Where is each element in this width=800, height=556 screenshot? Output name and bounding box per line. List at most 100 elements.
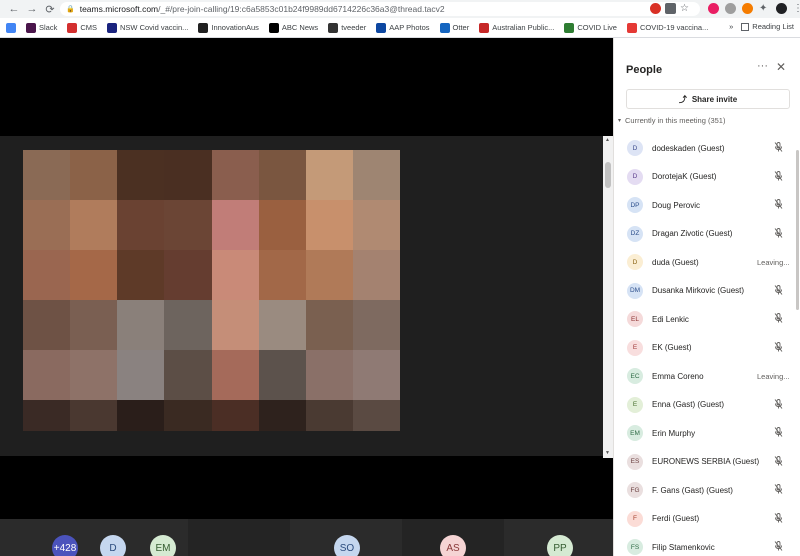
video-pixel	[70, 200, 118, 250]
participant-row[interactable]: EC Emma Coreno Leaving...	[614, 362, 800, 390]
participant-name: dodeskaden (Guest)	[652, 143, 725, 153]
participant-avatar[interactable]: PP	[547, 535, 573, 556]
star-icon[interactable]: ☆	[680, 3, 691, 14]
participant-avatar[interactable]: +428	[52, 535, 78, 556]
video-pixel	[305, 300, 353, 350]
avatar[interactable]	[776, 3, 787, 14]
participant-row[interactable]: E EK (Guest)	[614, 334, 800, 362]
panel-title: People	[626, 64, 663, 76]
participant-row[interactable]: ES EURONEWS SERBIA (Guest)	[614, 448, 800, 476]
url-path: /_#/pre-join-calling/19:c6a5853c01b24f99…	[158, 4, 445, 14]
panel-scrollbar[interactable]	[796, 150, 799, 310]
participant-avatar[interactable]: AS	[440, 535, 466, 556]
bookmark-label: CMS	[80, 23, 98, 32]
metamask-icon[interactable]	[742, 3, 753, 14]
video-pixel	[258, 350, 306, 400]
participant-row[interactable]: FS Filip Stamenkovic	[614, 533, 800, 556]
video-scrollbar[interactable]: ▲ ▼	[603, 136, 613, 458]
reload-icon[interactable]: ⟳	[42, 1, 58, 17]
bookmark-item[interactable]: InnovationAus	[198, 22, 259, 33]
participant-name: EK (Guest)	[652, 343, 692, 352]
video-pixel	[211, 400, 259, 431]
participant-row[interactable]: Ddodeskaden (Guest)	[614, 134, 800, 162]
share-invite-button[interactable]: ⤴ Share invite	[626, 89, 790, 109]
extension-icon[interactable]	[650, 3, 661, 14]
participant-row[interactable]: F Ferdi (Guest)	[614, 505, 800, 533]
more-bookmarks-icon[interactable]: »	[729, 22, 733, 31]
close-icon[interactable]: ✕	[776, 60, 786, 74]
bookmark-item[interactable]: Australian Public...	[479, 22, 554, 33]
url-host: teams.microsoft.com	[79, 4, 159, 14]
back-icon[interactable]: ←	[6, 1, 22, 17]
bookmark-item[interactable]: Slack	[26, 22, 57, 33]
participant-row[interactable]: Dduda (Guest) Leaving...	[614, 248, 800, 276]
bookmark-label: Otter	[452, 23, 470, 32]
participant-row[interactable]: E Enna (Gast) (Guest)	[614, 391, 800, 419]
participant-row[interactable]: DZ Dragan Zivotic (Guest)	[614, 220, 800, 248]
reading-list-button[interactable]: Reading List	[741, 22, 794, 31]
participant-row[interactable]: DM Dusanka Mirkovic (Guest)	[614, 277, 800, 305]
video-pixel	[23, 150, 71, 200]
video-pixel	[70, 150, 118, 200]
participant-avatar[interactable]: EM	[150, 535, 176, 556]
video-pixel	[305, 150, 353, 200]
video-pixel	[23, 300, 71, 350]
extension-icon[interactable]	[725, 3, 736, 14]
bookmark-item[interactable]: ABC News	[268, 22, 318, 33]
lock-icon: 🔒	[66, 6, 75, 13]
bookmark-item[interactable]: AAP Photos	[376, 22, 430, 33]
share-icon[interactable]	[665, 3, 676, 14]
participant-name: Dragan Zivotic (Guest)	[652, 229, 733, 238]
browser-extensions: ✦ ⋮	[708, 3, 800, 14]
participant-avatar: D	[627, 140, 643, 156]
more-options-icon[interactable]: ···	[757, 60, 768, 72]
participant-row[interactable]: D DorotejaK (Guest)	[614, 163, 800, 191]
bookmark-favicon-icon	[67, 22, 78, 33]
mic-muted-icon	[774, 455, 783, 468]
mic-muted-icon	[774, 427, 783, 439]
address-bar[interactable]: 🔒 teams.microsoft.com/_#/pre-join-callin…	[60, 2, 700, 16]
forward-icon[interactable]: →	[24, 1, 40, 17]
participant-avatar[interactable]: SO	[334, 535, 360, 556]
bookmark-favicon-icon	[198, 22, 209, 33]
scroll-thumb[interactable]	[605, 162, 611, 188]
participant-name: Doug Perovic	[652, 200, 701, 210]
video-pixel	[352, 300, 400, 350]
participant-name: DorotejaK (Guest)	[652, 172, 717, 181]
extension-icon[interactable]	[708, 3, 719, 14]
participant-name: Ferdi (Guest)	[652, 514, 700, 523]
video-pixel	[305, 350, 353, 400]
video-pixel	[211, 350, 259, 400]
participant-avatar[interactable]: D	[100, 535, 126, 556]
bookmark-item[interactable]: Otter	[439, 22, 470, 33]
meeting-section-header[interactable]: ▾ Currently in this meeting (351)	[618, 116, 725, 125]
participant-avatar: FS	[627, 539, 643, 555]
participant-row[interactable]: EM Erin Murphy	[614, 419, 800, 447]
mic-muted-icon	[774, 484, 783, 496]
bookmark-item[interactable]: CMS	[67, 22, 98, 33]
video-pixel	[352, 200, 400, 250]
bookmark-item[interactable]: COVID-19 vaccina...	[626, 22, 708, 33]
participant-row[interactable]: EL Edi Lenkic	[614, 305, 800, 333]
video-pixel	[258, 400, 306, 431]
bookmark-item[interactable]: COVID Live	[564, 22, 617, 33]
mic-muted-icon	[774, 512, 783, 525]
scroll-down-icon[interactable]: ▼	[605, 450, 610, 456]
mic-muted-icon	[774, 199, 783, 211]
bookmark-label: tveeder	[341, 23, 367, 32]
scroll-up-icon[interactable]: ▲	[605, 137, 610, 143]
participant-avatar: F	[627, 510, 643, 527]
menu-icon[interactable]: ⋮	[793, 3, 800, 14]
participant-name: Emma Coreno	[652, 371, 704, 381]
video-pixel	[70, 250, 118, 300]
participant-row[interactable]: DP Doug Perovic	[614, 191, 800, 219]
bookmarks-bar: Slack CMS NSW Covid vaccin... InnovationAus…	[0, 18, 800, 38]
bookmark-item[interactable]: tveeder	[328, 22, 367, 33]
participant-row[interactable]: FG F. Gans (Gast) (Guest)	[614, 476, 800, 504]
apps-icon[interactable]	[6, 22, 16, 33]
puzzle-icon[interactable]: ✦	[759, 3, 770, 14]
bookmark-item[interactable]: NSW Covid vaccin...	[107, 22, 188, 33]
chevron-down-icon: ▾	[618, 118, 622, 124]
bookmark-favicon-icon	[328, 22, 339, 33]
reading-list-label: Reading List	[752, 22, 794, 31]
